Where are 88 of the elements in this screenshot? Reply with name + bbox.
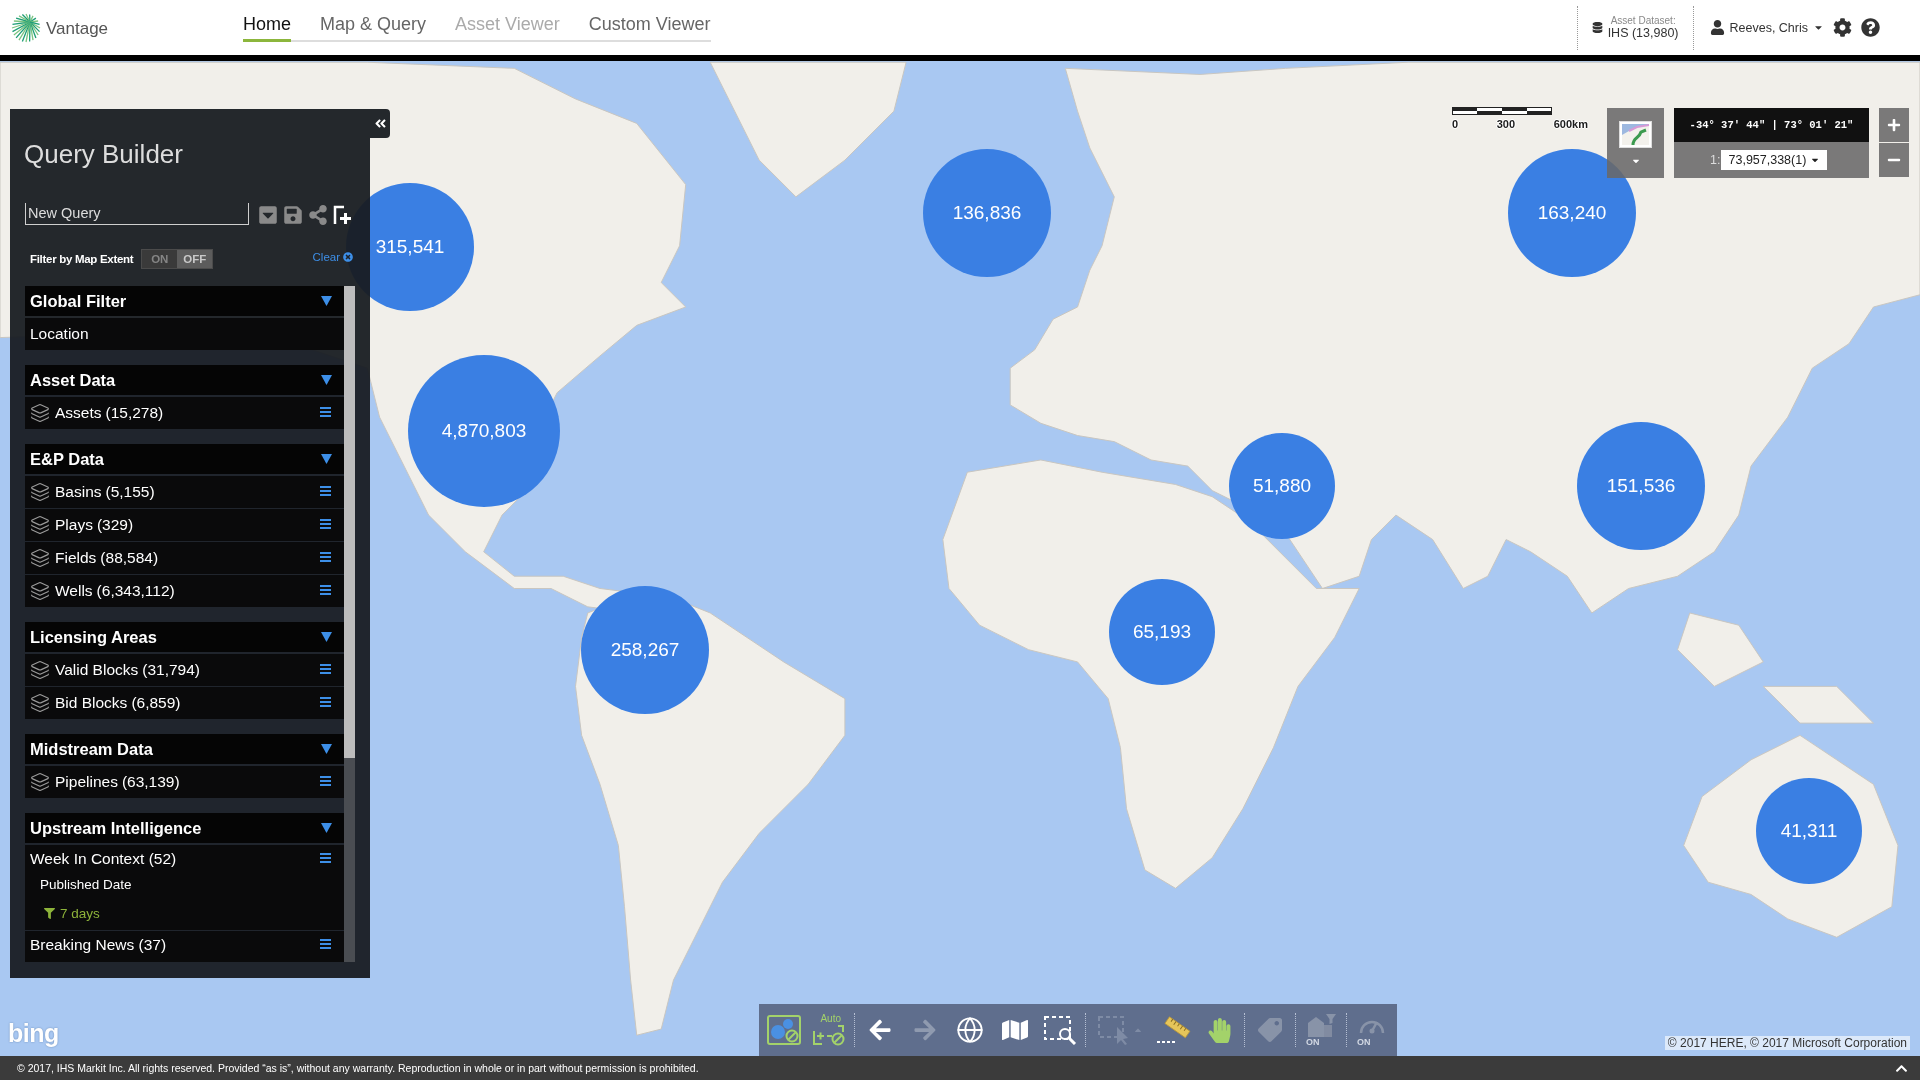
section-header[interactable]: Global Filter (25, 286, 344, 316)
layers-icon (30, 482, 50, 502)
arrow-left-icon (868, 1018, 892, 1042)
section-header[interactable]: Midstream Data (25, 734, 344, 764)
filter-label: Filter by Map Extent (30, 253, 134, 265)
new-query-icon[interactable] (333, 205, 351, 225)
ruler-icon (1156, 1015, 1192, 1045)
layers-icon (30, 581, 50, 601)
section-header[interactable]: E&P Data (25, 444, 344, 474)
database-icon (1591, 22, 1603, 33)
user-menu[interactable]: Reeves, Chris (1709, 20, 1824, 35)
toggle-option[interactable]: OFF (177, 250, 213, 268)
tag-icon (1258, 1018, 1282, 1042)
scale-prefix: 1: (1710, 153, 1721, 167)
filter-value[interactable]: 7 days (60, 906, 100, 921)
layer-item[interactable]: Basins (5,155) (25, 476, 344, 508)
nav-tab[interactable]: Home (243, 13, 291, 42)
dataset-label: Asset Dataset: (1610, 15, 1676, 26)
building-filter-icon (1306, 1013, 1336, 1037)
layer-item[interactable]: Pipelines (63,139) (25, 766, 344, 798)
layer-item[interactable]: Bid Blocks (6,859) (25, 687, 344, 719)
layer-item[interactable]: Fields (88,584) (25, 542, 344, 574)
share-icon[interactable] (308, 205, 328, 225)
menu-icon[interactable] (320, 519, 331, 529)
layer-item[interactable]: Wells (6,343,112) (25, 575, 344, 607)
plus-icon (1887, 118, 1901, 132)
feed-title[interactable]: Week In Context (52) (30, 849, 177, 869)
nav-tab[interactable]: Map & Query (320, 13, 427, 42)
panel-title: Query Builder (24, 138, 183, 170)
menu-icon[interactable] (320, 939, 331, 949)
menu-icon[interactable] (320, 407, 331, 417)
nav-tab[interactable]: Custom Viewer (588, 13, 711, 42)
copyright-text: © 2017, IHS Markit Inc. All rights reserved. Provided “as is”, without any warranty. Reproduction in whole or in part without permission is prohibited. (17, 1062, 699, 1074)
clear-icon (343, 252, 353, 262)
section-header[interactable]: Upstream Intelligence (25, 813, 344, 843)
globe-icon (956, 1016, 984, 1044)
filter-item[interactable]: Location (25, 318, 344, 350)
menu-icon[interactable] (320, 664, 331, 674)
save-icon[interactable] (283, 205, 303, 225)
logo-icon (11, 12, 41, 43)
feed-title[interactable]: Breaking News (37) (30, 935, 167, 955)
scale-label: 600km (1553, 118, 1588, 131)
attribution-text: © 2017 HERE, © 2017 Microsoft Corporation (1664, 1036, 1910, 1050)
section-header[interactable]: Licensing Areas (25, 622, 344, 652)
layers-icon (30, 548, 50, 568)
help-icon[interactable] (1861, 18, 1880, 37)
scale-label: 0 (1452, 118, 1459, 131)
menu-icon[interactable] (320, 585, 331, 595)
zoom-out-button[interactable] (1879, 143, 1909, 177)
plus-minus-icon (812, 1024, 846, 1046)
bing-logo: bing (8, 1019, 59, 1048)
dataset-value: IHS (13,980) (1607, 26, 1679, 40)
layer-item[interactable]: Assets (15,278) (25, 397, 344, 429)
query-name-field[interactable]: New Query (25, 203, 249, 225)
layers-icon (30, 403, 50, 423)
layers-icon (30, 660, 50, 680)
hand-icon (1206, 1017, 1232, 1043)
menu-icon[interactable] (320, 697, 331, 707)
user-icon (1709, 20, 1725, 35)
map-style-button[interactable] (1607, 108, 1664, 178)
menu-icon[interactable] (320, 853, 331, 863)
layer-item[interactable]: Plays (329) (25, 509, 344, 541)
arrow-right-icon (913, 1018, 937, 1042)
menu-icon[interactable] (320, 552, 331, 562)
double-chevron-left-icon (373, 117, 387, 130)
menu-icon[interactable] (320, 486, 331, 496)
scrollbar-thumb[interactable] (344, 286, 355, 758)
layers-icon (30, 693, 50, 713)
layers-icon (30, 772, 50, 792)
section-header[interactable]: Asset Data (25, 365, 344, 395)
cluster-icon (767, 1015, 801, 1045)
scale-label: 300 (1496, 118, 1516, 131)
zoom-box-icon (1043, 1015, 1077, 1045)
collapse-button[interactable] (370, 109, 390, 138)
layers-icon (30, 515, 50, 535)
filter-icon (44, 908, 55, 919)
menu-icon[interactable] (320, 776, 331, 786)
filter-name: Published Date (40, 877, 132, 892)
zoom-in-button[interactable] (1879, 108, 1909, 142)
scale-select[interactable]: 73,957,338(1) (1721, 150, 1828, 170)
settings-icon[interactable] (1833, 18, 1852, 37)
dropdown-icon[interactable] (258, 205, 278, 225)
app-name: Vantage (46, 19, 109, 39)
map-icon (1002, 1017, 1028, 1043)
select-box-icon (1097, 1015, 1130, 1045)
layer-item[interactable]: Valid Blocks (31,794) (25, 654, 344, 686)
map-thumbnail-icon (1619, 121, 1652, 148)
coordinates-readout: -34° 37' 44" | 73° 01' 21" (1674, 108, 1869, 142)
